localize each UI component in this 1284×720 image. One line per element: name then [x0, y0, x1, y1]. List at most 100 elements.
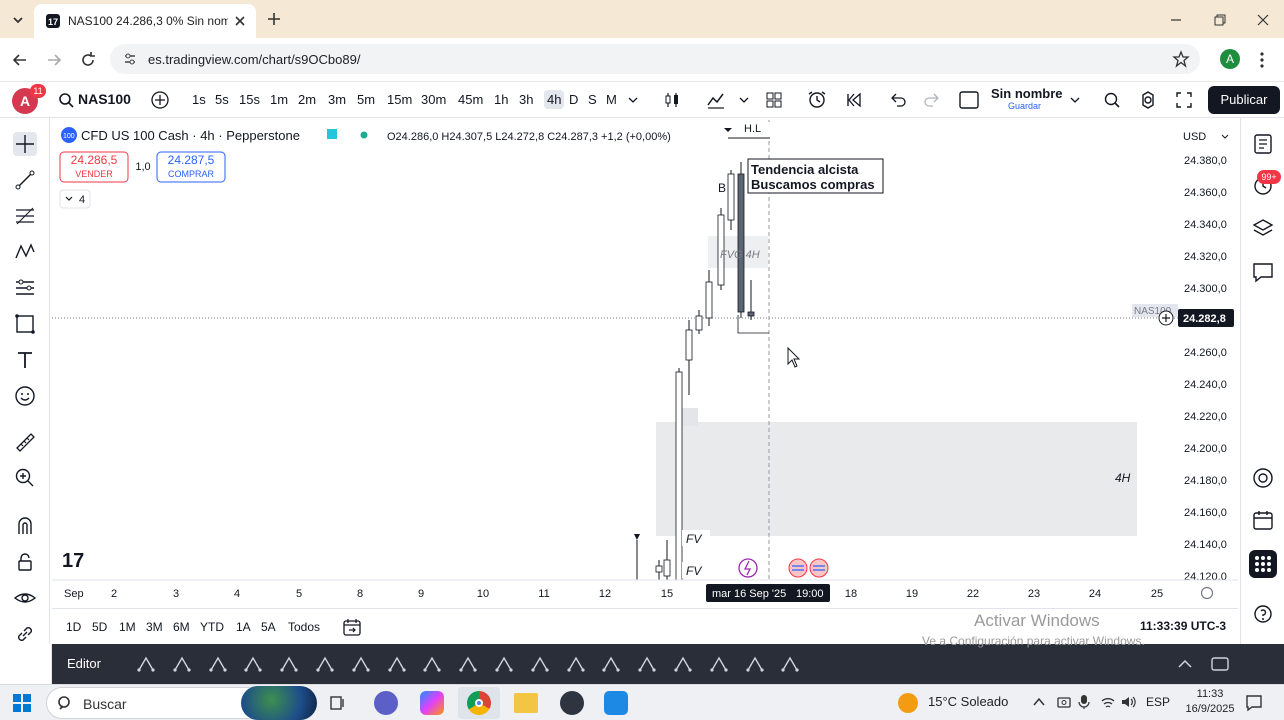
text-tool-icon[interactable] [13, 348, 37, 372]
shapes-icon[interactable] [13, 312, 37, 336]
draw-shape-icon[interactable] [172, 654, 192, 674]
timeframe-1m[interactable]: 1m [270, 92, 288, 107]
close-window-icon[interactable] [1253, 10, 1273, 30]
collapse-chevron-icon[interactable] [1176, 656, 1194, 672]
draw-zigzag-icon[interactable] [601, 654, 621, 674]
event-us-flag-icon-1[interactable] [788, 558, 808, 578]
draw-fib-icon[interactable] [208, 654, 228, 674]
chat-icon[interactable] [1251, 260, 1275, 284]
currency-label[interactable]: USD [1183, 131, 1206, 143]
link-icon[interactable] [13, 622, 37, 646]
draw-range-icon[interactable] [637, 654, 657, 674]
editor-label[interactable]: Editor [67, 656, 101, 671]
timeframe-30m[interactable]: 30m [421, 92, 446, 107]
candle-body[interactable] [705, 281, 713, 319]
chart-canvas[interactable]: H.L Tendencia alcista Buscamos compras B… [52, 120, 1238, 608]
forward-arrow-icon[interactable] [44, 50, 64, 70]
publish-button[interactable]: Publicar [1208, 86, 1280, 114]
layout-name[interactable]: Sin nombre [991, 87, 1063, 101]
copilot-app-icon[interactable] [420, 691, 444, 715]
fib-retracement-icon[interactable] [13, 204, 37, 228]
range-5a[interactable]: 5A [261, 620, 276, 634]
range-1a[interactable]: 1A [236, 620, 251, 634]
layout-save-label[interactable]: Guardar [1008, 101, 1041, 111]
timeframe-3m[interactable]: 3m [328, 92, 346, 107]
watchlist-icon[interactable] [1251, 132, 1275, 156]
candles-type-icon[interactable] [662, 90, 682, 110]
draw-menu-icon[interactable] [780, 654, 800, 674]
maximize-panel-icon[interactable] [1210, 655, 1230, 673]
hotlists-target-icon[interactable] [1251, 466, 1275, 490]
layers-icon[interactable] [1251, 216, 1275, 240]
forecast-icon[interactable] [13, 276, 37, 300]
instrument-title[interactable]: CFD US 100 Cash · 4h · Pepperstone [81, 128, 300, 143]
tradingview-desktop-icon[interactable] [560, 691, 584, 715]
timeframe-5s[interactable]: 5s [215, 92, 229, 107]
undo-icon[interactable] [888, 90, 908, 110]
candle-body[interactable] [655, 565, 663, 573]
time-axis[interactable] [52, 580, 1238, 608]
timeframe-D[interactable]: D [569, 92, 578, 107]
candle-body[interactable] [675, 371, 683, 581]
candle-body[interactable] [747, 311, 755, 317]
crosshair-icon[interactable] [13, 132, 37, 156]
timeframe-15m[interactable]: 15m [387, 92, 412, 107]
timeframe-dropdown-icon[interactable] [628, 96, 638, 104]
hide-drawings-icon[interactable] [13, 586, 37, 610]
event-us-flag-icon-2[interactable] [809, 558, 829, 578]
chrome-app-active[interactable] [458, 687, 500, 719]
fullscreen-icon[interactable] [1174, 90, 1194, 110]
draw-measure-icon[interactable] [673, 654, 693, 674]
taskbar-search[interactable]: Buscar [46, 686, 317, 720]
layout-dropdown-icon[interactable] [1070, 96, 1080, 104]
timeframe-2m[interactable]: 2m [298, 92, 316, 107]
notification-center-icon[interactable] [1244, 693, 1264, 713]
compare-symbol-icon[interactable] [150, 90, 170, 110]
chart-clock[interactable]: 11:33:39 UTC-3 [1138, 619, 1229, 633]
range-ytd[interactable]: YTD [200, 620, 224, 634]
settings-gear-icon[interactable] [1138, 90, 1158, 110]
candle-body[interactable] [685, 329, 693, 361]
range-1d[interactable]: 1D [66, 620, 81, 634]
timeframe-5m[interactable]: 5m [357, 92, 375, 107]
chart-pane[interactable]: H.L Tendencia alcista Buscamos compras B… [52, 120, 1238, 608]
task-view-icon[interactable] [328, 693, 348, 713]
back-arrow-icon[interactable] [10, 50, 30, 70]
draw-channel-icon[interactable] [566, 654, 586, 674]
draw-extended-icon[interactable] [458, 654, 478, 674]
candle-body[interactable] [663, 559, 671, 577]
draw-wave-icon[interactable] [745, 654, 765, 674]
symbol-name[interactable]: NAS100 [78, 91, 131, 107]
candle-body[interactable] [737, 173, 745, 313]
minimize-icon[interactable] [1166, 10, 1186, 30]
volume-icon[interactable] [1120, 694, 1136, 710]
draw-line-icon[interactable] [136, 654, 156, 674]
quick-search-icon[interactable] [1102, 90, 1122, 110]
trend-line-icon[interactable] [13, 168, 37, 192]
draw-rect-icon[interactable] [243, 654, 263, 674]
candle-body[interactable] [727, 173, 735, 221]
indicators-toggle[interactable] [59, 189, 91, 209]
ruler-icon[interactable] [13, 430, 37, 454]
reload-icon[interactable] [78, 50, 98, 70]
indicators-icon[interactable] [706, 90, 726, 110]
symbol-search-icon[interactable] [58, 92, 74, 108]
draw-text-icon[interactable] [387, 654, 407, 674]
bookmark-star-icon[interactable] [1172, 50, 1190, 68]
demand-zone-4h[interactable] [656, 422, 1137, 536]
browser-tab[interactable]: 17 NAS100 24.286,3 0% Sin nombre [34, 4, 256, 38]
timeframe-4h[interactable]: 4h [544, 90, 565, 109]
emoji-icon[interactable] [13, 384, 37, 408]
site-settings-icon[interactable] [122, 51, 138, 67]
new-tab-icon[interactable] [264, 9, 284, 29]
draw-vline-icon[interactable] [530, 654, 550, 674]
range-6m[interactable]: 6M [173, 620, 190, 634]
weather-sun-icon[interactable] [898, 693, 918, 713]
file-explorer-icon[interactable] [514, 693, 538, 713]
microphone-icon[interactable] [1078, 694, 1090, 710]
calendar-icon[interactable] [1251, 508, 1275, 532]
timeframe-45m[interactable]: 45m [458, 92, 483, 107]
tray-chevron-icon[interactable] [1032, 695, 1046, 709]
tab-close-icon[interactable] [232, 13, 248, 29]
alert-icon[interactable] [806, 89, 828, 111]
